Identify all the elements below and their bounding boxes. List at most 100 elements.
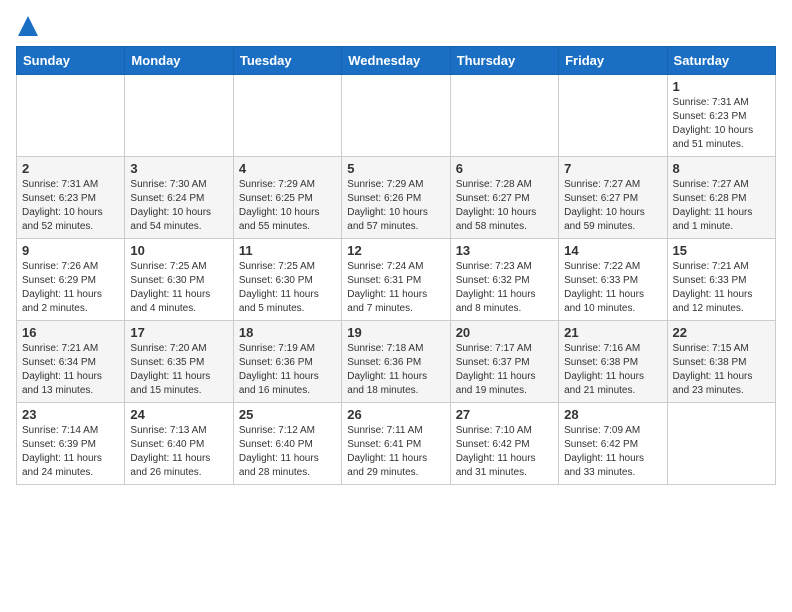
calendar-cell: 22 Sunrise: 7:15 AM Sunset: 6:38 PM Dayli… (667, 321, 775, 403)
day-info: Sunrise: 7:27 AM Sunset: 6:27 PM Dayligh… (564, 178, 661, 234)
day-info: Sunrise: 7:10 AM Sunset: 6:42 PM Dayligh… (456, 424, 553, 480)
calendar-cell (342, 75, 450, 157)
calendar-cell: 1 Sunrise: 7:31 AM Sunset: 6:23 PM Daylig… (667, 75, 775, 157)
calendar-cell: 9 Sunrise: 7:26 AM Sunset: 6:29 PM Daylig… (17, 239, 125, 321)
calendar-cell (559, 75, 667, 157)
weekday-header-tuesday: Tuesday (233, 47, 341, 75)
day-number: 13 (456, 243, 553, 258)
day-number: 16 (22, 325, 119, 340)
day-info: Sunrise: 7:22 AM Sunset: 6:33 PM Dayligh… (564, 260, 661, 316)
calendar-cell (667, 403, 775, 485)
calendar-cell: 14 Sunrise: 7:22 AM Sunset: 6:33 PM Dayli… (559, 239, 667, 321)
day-number: 17 (130, 325, 227, 340)
calendar-cell: 24 Sunrise: 7:13 AM Sunset: 6:40 PM Dayli… (125, 403, 233, 485)
day-number: 27 (456, 407, 553, 422)
calendar-cell: 5 Sunrise: 7:29 AM Sunset: 6:26 PM Daylig… (342, 157, 450, 239)
day-info: Sunrise: 7:20 AM Sunset: 6:35 PM Dayligh… (130, 342, 227, 398)
day-info: Sunrise: 7:29 AM Sunset: 6:25 PM Dayligh… (239, 178, 336, 234)
weekday-header-friday: Friday (559, 47, 667, 75)
calendar-cell: 2 Sunrise: 7:31 AM Sunset: 6:23 PM Daylig… (17, 157, 125, 239)
calendar-week-3: 9 Sunrise: 7:26 AM Sunset: 6:29 PM Daylig… (17, 239, 776, 321)
page-header (16, 16, 776, 34)
day-number: 22 (673, 325, 770, 340)
day-info: Sunrise: 7:21 AM Sunset: 6:34 PM Dayligh… (22, 342, 119, 398)
day-number: 26 (347, 407, 444, 422)
day-number: 21 (564, 325, 661, 340)
day-info: Sunrise: 7:25 AM Sunset: 6:30 PM Dayligh… (130, 260, 227, 316)
day-info: Sunrise: 7:31 AM Sunset: 6:23 PM Dayligh… (673, 96, 770, 152)
calendar-week-4: 16 Sunrise: 7:21 AM Sunset: 6:34 PM Dayli… (17, 321, 776, 403)
day-info: Sunrise: 7:19 AM Sunset: 6:36 PM Dayligh… (239, 342, 336, 398)
day-number: 2 (22, 161, 119, 176)
calendar-cell: 7 Sunrise: 7:27 AM Sunset: 6:27 PM Daylig… (559, 157, 667, 239)
day-info: Sunrise: 7:09 AM Sunset: 6:42 PM Dayligh… (564, 424, 661, 480)
day-info: Sunrise: 7:31 AM Sunset: 6:23 PM Dayligh… (22, 178, 119, 234)
day-info: Sunrise: 7:29 AM Sunset: 6:26 PM Dayligh… (347, 178, 444, 234)
weekday-header-saturday: Saturday (667, 47, 775, 75)
calendar-cell: 13Sunrise: 7:23 AM Sunset: 6:32 PM Dayli… (450, 239, 558, 321)
calendar-cell: 26 Sunrise: 7:11 AM Sunset: 6:41 PM Dayli… (342, 403, 450, 485)
day-number: 7 (564, 161, 661, 176)
calendar-cell: 19 Sunrise: 7:18 AM Sunset: 6:36 PM Dayli… (342, 321, 450, 403)
calendar-cell: 21 Sunrise: 7:16 AM Sunset: 6:38 PM Dayli… (559, 321, 667, 403)
day-number: 6 (456, 161, 553, 176)
calendar-cell: 4 Sunrise: 7:29 AM Sunset: 6:25 PM Daylig… (233, 157, 341, 239)
day-info: Sunrise: 7:18 AM Sunset: 6:36 PM Dayligh… (347, 342, 444, 398)
logo-triangle-icon (18, 16, 38, 36)
day-info: Sunrise: 7:30 AM Sunset: 6:24 PM Dayligh… (130, 178, 227, 234)
day-number: 4 (239, 161, 336, 176)
day-info: Sunrise: 7:14 AM Sunset: 6:39 PM Dayligh… (22, 424, 119, 480)
day-info: Sunrise: 7:16 AM Sunset: 6:38 PM Dayligh… (564, 342, 661, 398)
day-number: 12 (347, 243, 444, 258)
calendar-cell (17, 75, 125, 157)
calendar-cell: 23Sunrise: 7:14 AM Sunset: 6:39 PM Dayli… (17, 403, 125, 485)
day-number: 14 (564, 243, 661, 258)
calendar-week-2: 2 Sunrise: 7:31 AM Sunset: 6:23 PM Daylig… (17, 157, 776, 239)
day-number: 11 (239, 243, 336, 258)
day-info: Sunrise: 7:15 AM Sunset: 6:38 PM Dayligh… (673, 342, 770, 398)
day-number: 24 (130, 407, 227, 422)
calendar-cell: 8 Sunrise: 7:27 AM Sunset: 6:28 PM Daylig… (667, 157, 775, 239)
day-number: 28 (564, 407, 661, 422)
weekday-header-row: SundayMondayTuesdayWednesdayThursdayFrid… (17, 47, 776, 75)
day-number: 1 (673, 79, 770, 94)
calendar-cell: 12 Sunrise: 7:24 AM Sunset: 6:31 PM Dayli… (342, 239, 450, 321)
calendar-cell: 16 Sunrise: 7:21 AM Sunset: 6:34 PM Dayli… (17, 321, 125, 403)
day-number: 19 (347, 325, 444, 340)
calendar-table: SundayMondayTuesdayWednesdayThursdayFrid… (16, 46, 776, 485)
calendar-cell: 6 Sunrise: 7:28 AM Sunset: 6:27 PM Daylig… (450, 157, 558, 239)
day-number: 25 (239, 407, 336, 422)
day-number: 5 (347, 161, 444, 176)
day-number: 9 (22, 243, 119, 258)
calendar-cell: 3 Sunrise: 7:30 AM Sunset: 6:24 PM Daylig… (125, 157, 233, 239)
weekday-header-sunday: Sunday (17, 47, 125, 75)
calendar-cell: 20 Sunrise: 7:17 AM Sunset: 6:37 PM Dayli… (450, 321, 558, 403)
day-info: Sunrise: 7:12 AM Sunset: 6:40 PM Dayligh… (239, 424, 336, 480)
day-info: Sunrise: 7:28 AM Sunset: 6:27 PM Dayligh… (456, 178, 553, 234)
day-info: Sunrise: 7:13 AM Sunset: 6:40 PM Dayligh… (130, 424, 227, 480)
day-number: 20 (456, 325, 553, 340)
day-info: Sunrise: 7:17 AM Sunset: 6:37 PM Dayligh… (456, 342, 553, 398)
day-info: Sunrise: 7:25 AM Sunset: 6:30 PM Dayligh… (239, 260, 336, 316)
calendar-cell: 25 Sunrise: 7:12 AM Sunset: 6:40 PM Dayli… (233, 403, 341, 485)
day-number: 10 (130, 243, 227, 258)
calendar-cell (125, 75, 233, 157)
calendar-week-1: 1 Sunrise: 7:31 AM Sunset: 6:23 PM Daylig… (17, 75, 776, 157)
weekday-header-monday: Monday (125, 47, 233, 75)
weekday-header-wednesday: Wednesday (342, 47, 450, 75)
calendar-cell (233, 75, 341, 157)
calendar-cell: 18Sunrise: 7:19 AM Sunset: 6:36 PM Dayli… (233, 321, 341, 403)
calendar-cell: 11 Sunrise: 7:25 AM Sunset: 6:30 PM Dayli… (233, 239, 341, 321)
calendar-week-5: 23Sunrise: 7:14 AM Sunset: 6:39 PM Dayli… (17, 403, 776, 485)
calendar-cell: 27 Sunrise: 7:10 AM Sunset: 6:42 PM Dayli… (450, 403, 558, 485)
day-number: 8 (673, 161, 770, 176)
calendar-cell: 15Sunrise: 7:21 AM Sunset: 6:33 PM Dayli… (667, 239, 775, 321)
calendar-cell: 17 Sunrise: 7:20 AM Sunset: 6:35 PM Dayli… (125, 321, 233, 403)
day-info: Sunrise: 7:27 AM Sunset: 6:28 PM Dayligh… (673, 178, 770, 234)
weekday-header-thursday: Thursday (450, 47, 558, 75)
day-info: Sunrise: 7:11 AM Sunset: 6:41 PM Dayligh… (347, 424, 444, 480)
day-number: 3 (130, 161, 227, 176)
calendar-cell: 28 Sunrise: 7:09 AM Sunset: 6:42 PM Dayli… (559, 403, 667, 485)
day-info: Sunrise: 7:26 AM Sunset: 6:29 PM Dayligh… (22, 260, 119, 316)
day-info: Sunrise: 7:24 AM Sunset: 6:31 PM Dayligh… (347, 260, 444, 316)
